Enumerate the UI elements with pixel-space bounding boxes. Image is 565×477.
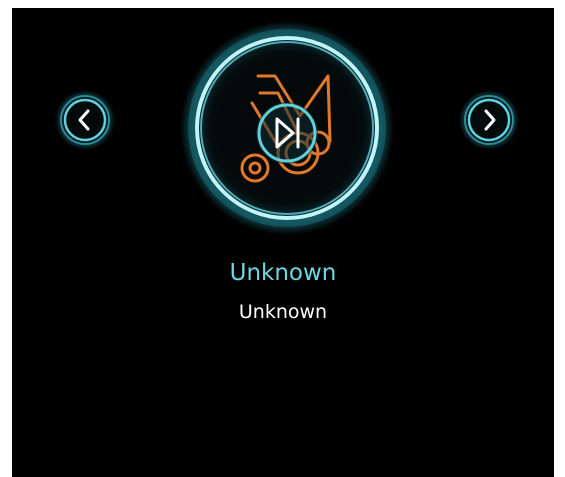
track-title: Unknown <box>229 260 337 286</box>
music-player-screen: Unknown Unknown <box>12 8 554 477</box>
play-pause-icon <box>256 102 318 164</box>
next-track-button[interactable] <box>459 90 519 150</box>
chevron-left-icon <box>55 90 115 150</box>
artist-name: Unknown <box>238 301 328 323</box>
previous-track-button[interactable] <box>55 90 115 150</box>
play-pause-button[interactable] <box>255 101 319 165</box>
chevron-right-icon <box>459 90 519 150</box>
